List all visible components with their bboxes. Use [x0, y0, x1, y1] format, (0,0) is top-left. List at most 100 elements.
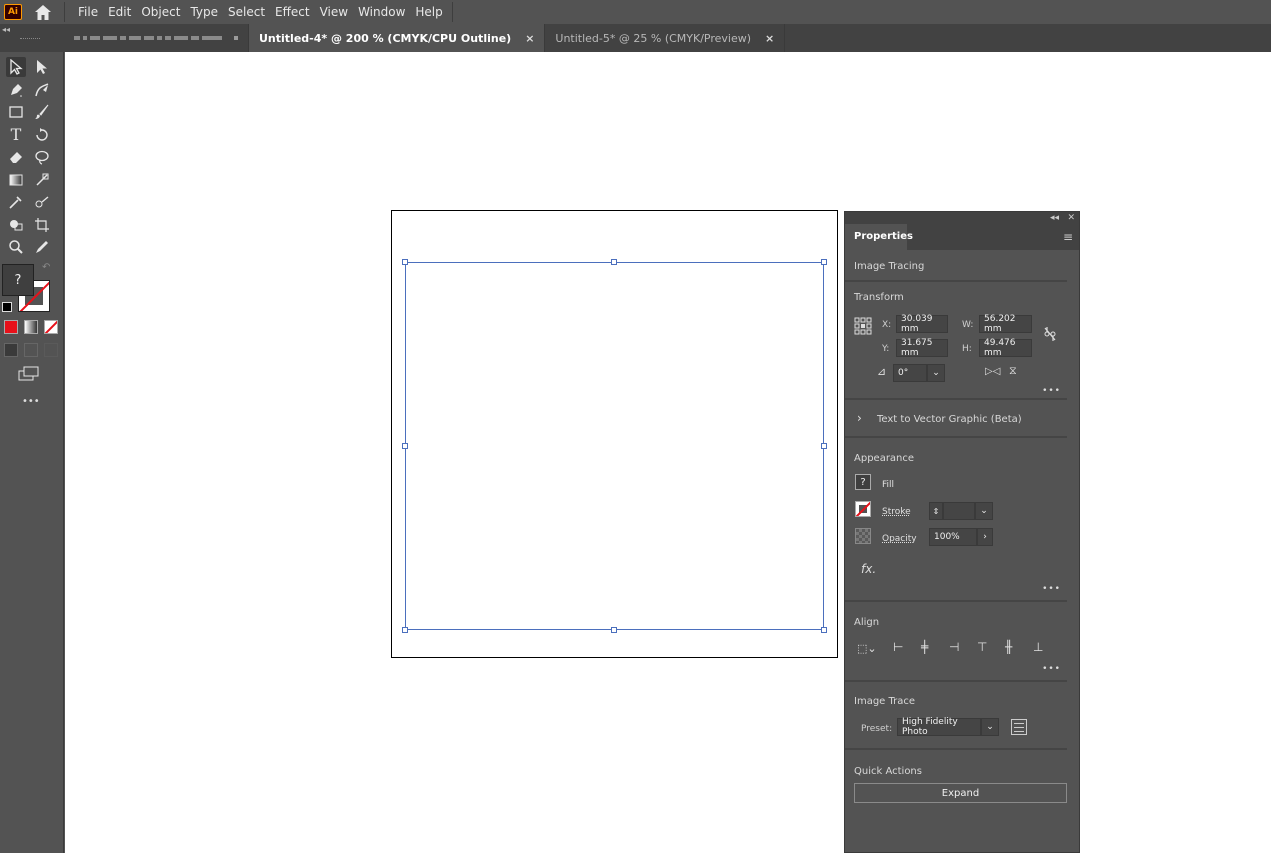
- shape-builder-tool-icon[interactable]: [6, 215, 26, 235]
- align-horizontal-center-icon[interactable]: ╪: [921, 640, 928, 654]
- flip-vertical-icon[interactable]: ⧖: [1009, 364, 1017, 378]
- preset-label: Preset:: [861, 724, 893, 734]
- resize-handle[interactable]: [821, 259, 827, 265]
- fill-swatch[interactable]: ?: [855, 474, 871, 490]
- fill-swatch[interactable]: ?: [2, 264, 34, 296]
- mesh-tool-icon[interactable]: [32, 170, 52, 190]
- close-icon[interactable]: ×: [525, 32, 534, 45]
- pencil-tool-icon[interactable]: [32, 237, 52, 257]
- close-panel-icon[interactable]: ✕: [1067, 212, 1075, 224]
- x-input[interactable]: 30.039 mm: [896, 314, 948, 334]
- flip-horizontal-icon[interactable]: ▷◁: [985, 366, 1000, 377]
- w-input[interactable]: 56.202 mm: [979, 314, 1032, 334]
- menu-object[interactable]: Object: [136, 0, 185, 24]
- text-to-vector-section[interactable]: › Text to Vector Graphic (Beta): [845, 400, 1067, 438]
- color-mode-icon[interactable]: [4, 320, 18, 334]
- type-tool-icon[interactable]: T: [6, 125, 26, 145]
- w-label: W:: [962, 320, 974, 330]
- none-mode-icon[interactable]: [44, 320, 58, 334]
- canvas[interactable]: [65, 52, 1271, 853]
- edit-toolbar-icon[interactable]: •••: [22, 396, 40, 407]
- align-right-icon[interactable]: ⊣: [949, 640, 959, 654]
- preset-select[interactable]: High Fidelity Photo: [897, 717, 981, 737]
- swap-fill-stroke-icon[interactable]: ↶: [42, 262, 50, 273]
- menu-file[interactable]: File: [73, 0, 103, 24]
- default-fill-stroke-icon[interactable]: [2, 302, 12, 312]
- selected-image-bounding-box[interactable]: [402, 259, 827, 633]
- constrain-proportions-icon[interactable]: [1043, 326, 1057, 345]
- tab-obscured-document[interactable]: [64, 24, 249, 52]
- chevron-right-icon[interactable]: ›: [857, 411, 862, 425]
- eyedropper-tool-icon[interactable]: [6, 192, 26, 212]
- expand-button[interactable]: Expand: [854, 783, 1067, 803]
- menu-select[interactable]: Select: [223, 0, 270, 24]
- y-input[interactable]: 31.675 mm: [896, 338, 948, 358]
- resize-handle[interactable]: [611, 627, 617, 633]
- pen-tool-icon[interactable]: [6, 80, 26, 100]
- close-icon[interactable]: ×: [765, 32, 774, 45]
- tab-untitled-5[interactable]: Untitled-5* @ 25 % (CMYK/Preview) ×: [545, 24, 786, 52]
- menu-list: File Edit Object Type Select Effect View…: [73, 0, 448, 24]
- menu-view[interactable]: View: [315, 0, 353, 24]
- zoom-tool-icon[interactable]: [6, 237, 26, 257]
- more-options-icon[interactable]: •••: [1042, 386, 1061, 396]
- opacity-label[interactable]: Opacity: [882, 534, 917, 544]
- resize-handle[interactable]: [611, 259, 617, 265]
- more-options-icon[interactable]: •••: [1042, 664, 1061, 674]
- gradient-mode-icon[interactable]: [24, 320, 38, 334]
- app-logo: Ai: [4, 4, 22, 20]
- preset-dropdown[interactable]: ⌄: [981, 718, 999, 736]
- curvature-tool-icon[interactable]: [32, 80, 52, 100]
- more-options-icon[interactable]: •••: [1042, 584, 1061, 594]
- stroke-weight-dropdown[interactable]: ⌄: [975, 502, 993, 520]
- rotate-input[interactable]: 0°: [893, 364, 927, 382]
- align-bottom-icon[interactable]: ⊥: [1033, 640, 1043, 654]
- tab-properties[interactable]: Properties: [845, 224, 913, 250]
- paintbrush-tool-icon[interactable]: [32, 102, 52, 122]
- blend-tool-icon[interactable]: [32, 192, 52, 212]
- rotate-tool-icon[interactable]: [32, 125, 52, 145]
- opacity-arrow[interactable]: ›: [977, 528, 993, 546]
- draw-inside-icon[interactable]: [44, 343, 58, 357]
- stroke-weight-input[interactable]: [943, 502, 975, 520]
- toolbar-grip[interactable]: [20, 38, 40, 40]
- align-vertical-center-icon[interactable]: ╫: [1005, 640, 1012, 654]
- resize-handle[interactable]: [402, 259, 408, 265]
- gradient-tool-icon[interactable]: [6, 170, 26, 190]
- rotate-dropdown[interactable]: ⌄: [927, 364, 945, 382]
- menu-window[interactable]: Window: [353, 0, 410, 24]
- fx-icon[interactable]: fx.: [861, 562, 876, 576]
- reference-point-icon[interactable]: [854, 317, 872, 338]
- stroke-weight-stepper[interactable]: ⇕: [929, 502, 943, 520]
- draw-behind-icon[interactable]: [24, 343, 38, 357]
- resize-handle[interactable]: [821, 627, 827, 633]
- stroke-label[interactable]: Stroke: [882, 507, 911, 517]
- rectangle-tool-icon[interactable]: [6, 102, 26, 122]
- menu-help[interactable]: Help: [410, 0, 447, 24]
- menu-edit[interactable]: Edit: [103, 0, 136, 24]
- collapse-icon[interactable]: ◂◂: [2, 25, 10, 34]
- resize-handle[interactable]: [402, 443, 408, 449]
- h-input[interactable]: 49.476 mm: [979, 338, 1032, 358]
- tab-untitled-4[interactable]: Untitled-4* @ 200 % (CMYK/CPU Outline) ×: [249, 24, 546, 52]
- selection-tool-icon[interactable]: [6, 57, 26, 78]
- panel-menu-icon[interactable]: ≡: [1063, 230, 1073, 244]
- screen-mode-icon[interactable]: [18, 366, 40, 385]
- artboard-tool-icon[interactable]: [32, 215, 52, 235]
- menu-type[interactable]: Type: [185, 0, 223, 24]
- image-trace-panel-icon[interactable]: [1011, 719, 1027, 735]
- collapse-panel-icon[interactable]: ◂◂: [1050, 212, 1059, 224]
- resize-handle[interactable]: [821, 443, 827, 449]
- draw-normal-icon[interactable]: [4, 343, 18, 357]
- stroke-swatch[interactable]: [855, 501, 871, 517]
- home-icon[interactable]: [34, 3, 52, 21]
- menu-effect[interactable]: Effect: [270, 0, 315, 24]
- align-top-icon[interactable]: ⊤: [977, 640, 987, 654]
- align-to-dropdown-icon[interactable]: ⬚⌄: [857, 642, 877, 655]
- resize-handle[interactable]: [402, 627, 408, 633]
- direct-selection-tool-icon[interactable]: [32, 57, 52, 77]
- eraser-tool-icon[interactable]: [6, 147, 26, 167]
- lasso-tool-icon[interactable]: [32, 147, 52, 167]
- opacity-input[interactable]: 100%: [929, 528, 977, 546]
- align-left-icon[interactable]: ⊢: [893, 640, 903, 654]
